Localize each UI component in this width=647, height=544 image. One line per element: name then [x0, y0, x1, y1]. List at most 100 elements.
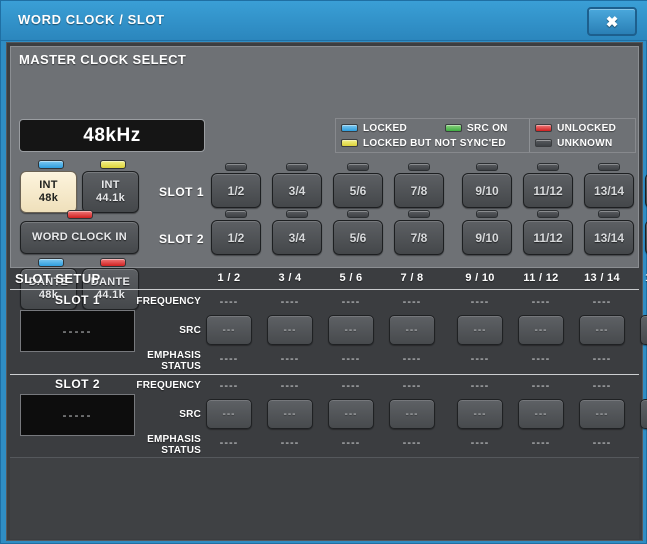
slot-setup-2-readout: ----- [20, 394, 135, 436]
slot-1-channel-5-6[interactable]: 5/6 [333, 173, 383, 208]
dante-44-1k-led-icon [100, 258, 126, 267]
close-button[interactable]: ✖ [587, 7, 637, 36]
slot-2-emphasis-1-2: ---- [219, 437, 239, 449]
slot-2-src-5-6[interactable]: --- [328, 399, 374, 429]
slot-2-channel-11-12[interactable]: 11/12 [523, 220, 573, 255]
slot-1-channel-3-4[interactable]: 3/4 [272, 173, 322, 208]
close-icon: ✖ [605, 13, 619, 31]
slot-1-ch-9-10-led-icon [476, 163, 498, 171]
int-48k-led-icon [38, 160, 64, 169]
clock-source-word-clock-in[interactable]: WORD CLOCK IN [20, 221, 139, 254]
title-bar: WORD CLOCK / SLOT ✖ [1, 1, 647, 41]
slot-1-frequency-5-6: ---- [341, 296, 361, 308]
slot-2-src-1-2[interactable]: --- [206, 399, 252, 429]
legend-item-unknown: UNKNOWN [535, 137, 630, 150]
slot-setup-column-15-16: 15 / 16 [637, 272, 647, 284]
slot-2-frequency-13-14: ---- [592, 380, 612, 392]
page-title: WORD CLOCK / SLOT [18, 12, 165, 27]
slot-setup-column-7-8: 7 / 8 [400, 272, 424, 284]
slot-1-channel-11-12[interactable]: 11/12 [523, 173, 573, 208]
clock-source-int-44-1k[interactable]: INT 44.1k [82, 171, 139, 213]
word-clock-slot-dialog: WORD CLOCK / SLOT ✖ MASTER CLOCK SELECT … [0, 0, 647, 544]
clock-source-int-48k-line1: INT [39, 179, 58, 191]
slot-setup-block-1: SLOT 1 ----- FREQUENCY SRC EMPHASIS STAT… [10, 291, 647, 374]
master-clock-select-title: MASTER CLOCK SELECT [19, 52, 187, 67]
slot-2-src-15-16[interactable]: --- [640, 399, 647, 429]
slot-setup-column-13-14: 13 / 14 [584, 272, 620, 284]
slot-2-emphasis-7-8: ---- [402, 437, 422, 449]
slot-1-src-9-10[interactable]: --- [457, 315, 503, 345]
clock-source-int-44-1k-line2: 44.1k [95, 192, 126, 204]
legend-column-2: SRC ON [440, 119, 529, 152]
slot-setup-column-9-10: 9 / 10 [465, 272, 495, 284]
slot-2-ch-1-2-led-icon [225, 210, 247, 218]
status-legend: LOCKED LOCKED BUT NOT SYNC'ED SRC ON UNL… [335, 118, 636, 153]
locked-not-synced-led-icon [341, 139, 358, 147]
slot-1-emphasis-label-line2: STATUS [161, 361, 201, 372]
slot-2-ch-7-8-led-icon [408, 210, 430, 218]
empty-bottom-pane [10, 457, 639, 539]
slot-2-frequency-7-8: ---- [402, 380, 422, 392]
slot-2-channel-9-10[interactable]: 9/10 [462, 220, 512, 255]
master-clock-select-group: MASTER CLOCK SELECT 48kHz LOCKED LOCKED … [10, 46, 647, 310]
master-clock-readout: 48kHz [19, 119, 205, 152]
legend-column-3: UNLOCKED UNKNOWN [529, 119, 635, 152]
slot-1-emphasis-5-6: ---- [341, 353, 361, 365]
slot-2-channel-5-6[interactable]: 5/6 [333, 220, 383, 255]
slot-1-frequency-9-10: ---- [470, 296, 490, 308]
slot-2-channel-13-14[interactable]: 13/14 [584, 220, 634, 255]
slot-2-emphasis-label-line2: STATUS [161, 445, 201, 456]
slot-1-emphasis-label-line1: EMPHASIS [147, 350, 201, 361]
slot-1-src-7-8[interactable]: --- [389, 315, 435, 345]
slot-2-frequency-3-4: ---- [280, 380, 300, 392]
master-clock-readout-value: 48kHz [83, 124, 141, 146]
slot-1-channel-7-8[interactable]: 7/8 [394, 173, 444, 208]
slot-1-channel-13-14[interactable]: 13/14 [584, 173, 634, 208]
slot-1-src-15-16[interactable]: --- [640, 315, 647, 345]
slot-1-src-13-14[interactable]: --- [579, 315, 625, 345]
locked-led-icon [341, 124, 358, 132]
dante-48k-led-icon [38, 258, 64, 267]
slot-1-channel-1-2[interactable]: 1/2 [211, 173, 261, 208]
src-on-led-icon [445, 124, 462, 132]
legend-item-unlocked: UNLOCKED [535, 122, 630, 135]
clock-source-int-48k[interactable]: INT 48k [20, 171, 77, 213]
slot-1-ch-3-4-led-icon [286, 163, 308, 171]
slot-2-frequency-1-2: ---- [219, 380, 239, 392]
unknown-led-icon [535, 139, 553, 147]
slot-2-emphasis-9-10: ---- [470, 437, 490, 449]
slot-1-frequency-15-16: ---- [637, 296, 647, 308]
slot-1-frequency-13-14: ---- [592, 296, 612, 308]
slot-1-src-1-2[interactable]: --- [206, 315, 252, 345]
slot-1-frequency-label: FREQUENCY [136, 296, 201, 307]
slot-1-channel-9-10[interactable]: 9/10 [462, 173, 512, 208]
slot-1-src-11-12[interactable]: --- [518, 315, 564, 345]
slot-2-emphasis-11-12: ---- [531, 437, 551, 449]
slot-2-src-3-4[interactable]: --- [267, 399, 313, 429]
word-clock-in-led-icon [67, 210, 93, 219]
slot-2-channel-3-4[interactable]: 3/4 [272, 220, 322, 255]
slot-1-emphasis-13-14: ---- [592, 353, 612, 365]
slot-2-channel-1-2[interactable]: 1/2 [211, 220, 261, 255]
legend-label-unknown: UNKNOWN [557, 137, 613, 149]
slot-2-emphasis-5-6: ---- [341, 437, 361, 449]
slot-2-emphasis-15-16: ---- [637, 437, 647, 449]
slot-2-src-7-8[interactable]: --- [389, 399, 435, 429]
slot-1-ch-1-2-led-icon [225, 163, 247, 171]
slot-2-ch-5-6-led-icon [347, 210, 369, 218]
slot-1-ch-5-6-led-icon [347, 163, 369, 171]
slot-2-src-11-12[interactable]: --- [518, 399, 564, 429]
slot-setup-1-name: SLOT 1 [54, 293, 100, 307]
slot-2-channel-7-8[interactable]: 7/8 [394, 220, 444, 255]
slot-1-frequency-11-12: ---- [531, 296, 551, 308]
clock-source-word-clock-in-label: WORD CLOCK IN [32, 231, 127, 243]
slot-2-frequency-11-12: ---- [531, 380, 551, 392]
slot-1-row-label: SLOT 1 [159, 185, 205, 199]
slot-2-src-13-14[interactable]: --- [579, 399, 625, 429]
slot-setup-block-2: SLOT 2 ----- FREQUENCY SRC EMPHASIS STAT… [10, 375, 647, 458]
legend-label-src-on: SRC ON [467, 122, 508, 134]
slot-setup-1-readout: ----- [20, 310, 135, 352]
slot-1-src-5-6[interactable]: --- [328, 315, 374, 345]
slot-1-src-3-4[interactable]: --- [267, 315, 313, 345]
slot-2-src-9-10[interactable]: --- [457, 399, 503, 429]
